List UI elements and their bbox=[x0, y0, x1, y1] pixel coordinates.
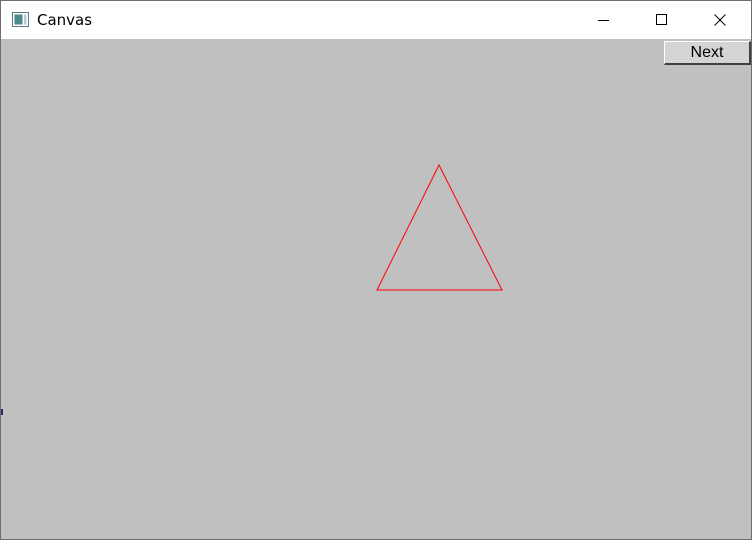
title-bar[interactable]: Canvas bbox=[1, 1, 751, 39]
maximize-icon bbox=[656, 14, 667, 25]
drawing-canvas[interactable]: Next bbox=[1, 39, 751, 539]
window-title: Canvas bbox=[37, 11, 93, 29]
minimize-icon bbox=[598, 20, 609, 21]
maximize-button[interactable] bbox=[633, 1, 691, 39]
canvas-app-icon bbox=[12, 12, 29, 27]
triangle-shape bbox=[376, 163, 503, 291]
close-button[interactable] bbox=[691, 1, 749, 39]
app-window: Canvas Next bbox=[0, 0, 752, 540]
close-icon bbox=[714, 14, 726, 26]
next-button[interactable]: Next bbox=[664, 41, 751, 65]
canvas-drawing bbox=[376, 163, 503, 291]
minimize-button[interactable] bbox=[575, 1, 633, 39]
edge-mark bbox=[1, 409, 3, 415]
